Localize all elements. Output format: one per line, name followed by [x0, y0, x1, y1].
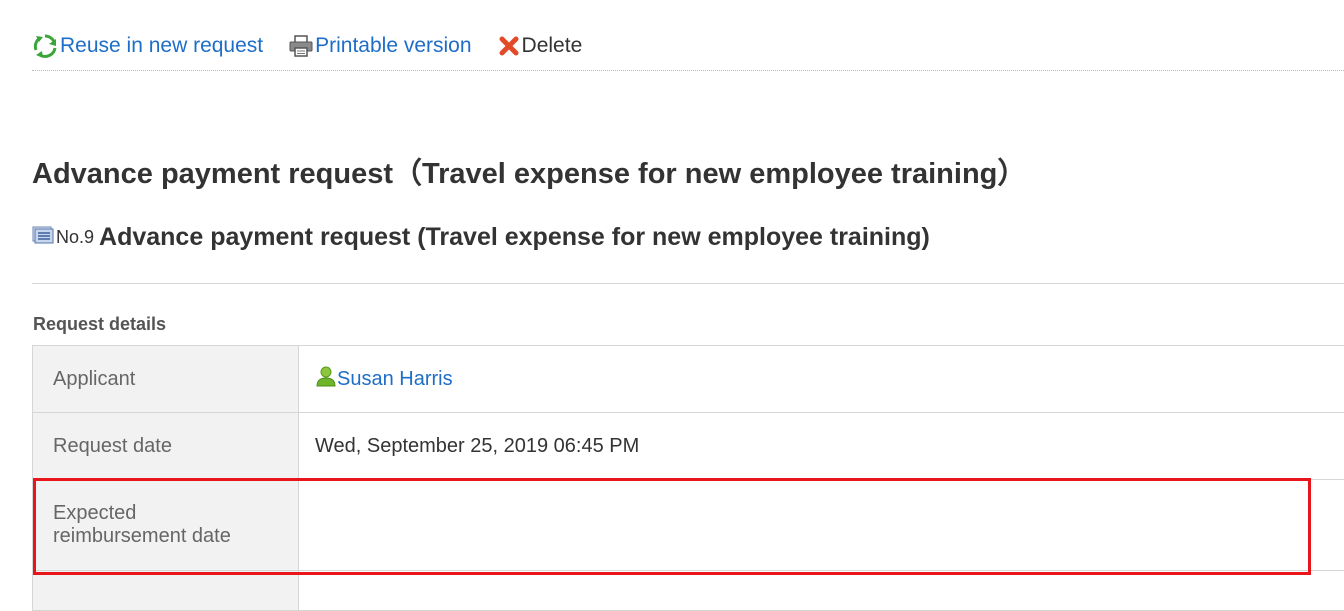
applicant-value: Susan Harris	[299, 346, 1344, 413]
request-number: No.9	[56, 227, 94, 248]
section-title: Request details	[33, 314, 166, 335]
action-toolbar: Reuse in new request Printable version D…	[32, 30, 608, 62]
reuse-in-new-request-link[interactable]: Reuse in new request	[32, 33, 263, 59]
request-date-value: Wed, September 25, 2019 06:45 PM	[299, 413, 1344, 480]
next-row-label	[33, 571, 299, 611]
table-row: Request date Wed, September 25, 2019 06:…	[33, 413, 1344, 480]
next-row-value	[299, 571, 1344, 611]
user-icon	[315, 365, 337, 393]
delete-x-icon	[498, 35, 520, 57]
request-date-label: Request date	[33, 413, 299, 480]
applicant-label: Applicant	[33, 346, 299, 413]
page-title: Advance payment request（Travel expense f…	[32, 150, 1026, 192]
highlight-box	[33, 478, 1311, 575]
toolbar-divider	[32, 70, 1344, 71]
reuse-label: Reuse in new request	[60, 34, 263, 58]
applicant-user-link[interactable]: Susan Harris	[315, 365, 453, 393]
heading-divider	[32, 283, 1344, 284]
request-name: Advance payment request (Travel expense …	[99, 223, 930, 252]
printable-version-link[interactable]: Printable version	[289, 34, 471, 58]
applicant-name: Susan Harris	[337, 368, 453, 391]
workflow-form-icon	[32, 226, 54, 249]
recycle-icon	[32, 33, 58, 59]
printable-label: Printable version	[315, 34, 471, 58]
delete-label: Delete	[522, 34, 583, 58]
delete-button[interactable]: Delete	[498, 34, 583, 58]
printer-icon	[289, 35, 313, 57]
table-row: Applicant Susan Harris	[33, 346, 1344, 413]
table-row	[33, 571, 1344, 611]
request-heading: No.9 Advance payment request (Travel exp…	[32, 222, 930, 252]
